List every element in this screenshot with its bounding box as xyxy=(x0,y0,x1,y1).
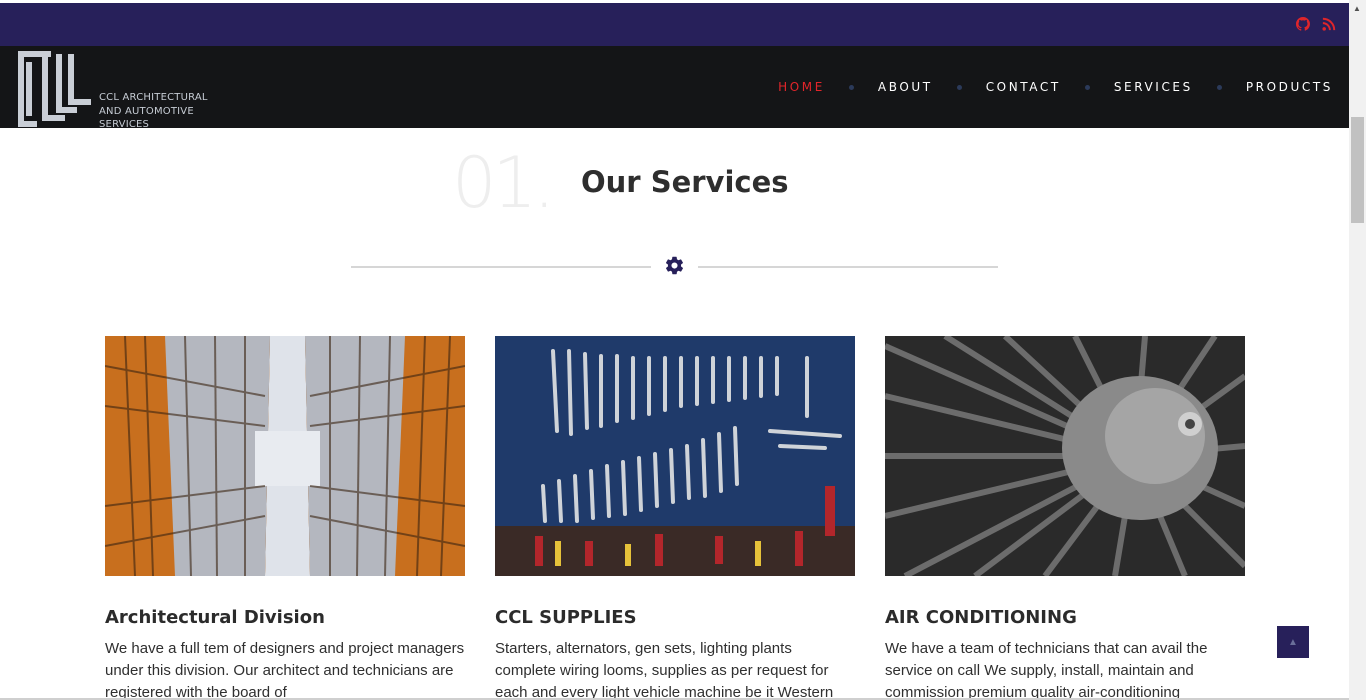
card-text: We have a full tem of designers and proj… xyxy=(105,640,465,700)
nav-separator-dot xyxy=(956,84,962,90)
github-icon[interactable] xyxy=(1296,17,1310,36)
scrollbar-thumb[interactable] xyxy=(1351,117,1364,223)
card-text: We have a team of technicians that can a… xyxy=(885,640,1208,700)
rss-icon[interactable] xyxy=(1322,17,1336,36)
jet-engine-turbine-photo[interactable] xyxy=(885,336,1245,576)
divider-right xyxy=(698,266,998,268)
top-bar xyxy=(0,3,1349,46)
nav-separator-dot xyxy=(1216,84,1222,90)
card-title: AIR CONDITIONING xyxy=(885,607,1077,628)
logo-line-1: CCL ARCHITECTURAL xyxy=(99,92,208,103)
logo-text: CCL ARCHITECTURAL AND AUTOMOTIVE SERVICE… xyxy=(99,91,208,132)
divider-left xyxy=(351,266,651,268)
gear-icon xyxy=(665,256,684,275)
chevron-up-icon: ▲ xyxy=(1288,636,1298,648)
service-card-air-conditioning: AIR CONDITIONING We have a team of techn… xyxy=(885,336,1245,700)
card-title: Architectural Division xyxy=(105,607,325,628)
card-title: CCL SUPPLIES xyxy=(495,607,637,628)
nav-separator-dot xyxy=(1084,84,1090,90)
site-logo[interactable]: CCL ARCHITECTURAL AND AUTOMOTIVE SERVICE… xyxy=(15,48,215,130)
logo-line-2: AND AUTOMOTIVE xyxy=(99,105,194,117)
nav-contact[interactable]: CONTACT xyxy=(986,80,1061,94)
scroll-up-arrow-icon[interactable]: ▲ xyxy=(1353,4,1361,13)
service-card-architectural: Architectural Division We have a full te… xyxy=(105,336,465,700)
nav-home[interactable]: HOME xyxy=(778,80,825,94)
nav-about[interactable]: ABOUT xyxy=(878,80,933,94)
service-card-supplies: CCL SUPPLIES Starters, alternators, gen … xyxy=(495,336,855,700)
nav-products[interactable]: PRODUCTS xyxy=(1246,80,1333,94)
architecture-buildings-photo[interactable] xyxy=(105,336,465,576)
page-scrollbar[interactable]: ▲ xyxy=(1349,0,1366,700)
card-text: Starters, alternators, gen sets, lightin… xyxy=(495,640,834,700)
section-title: Our Services xyxy=(581,165,789,199)
site-header: CCL ARCHITECTURAL AND AUTOMOTIVE SERVICE… xyxy=(0,46,1349,130)
logo-mark-icon xyxy=(15,48,95,128)
nav-separator-dot xyxy=(848,84,854,90)
main-nav: HOME ABOUT CONTACT SERVICES PRODUCTS xyxy=(778,78,1333,96)
logo-line-3: SERVICES xyxy=(99,119,150,130)
section-number: 01. xyxy=(452,142,555,224)
nav-services[interactable]: SERVICES xyxy=(1114,80,1193,94)
tools-wrenches-wall-photo[interactable] xyxy=(495,336,855,576)
back-to-top-button[interactable]: ▲ xyxy=(1277,626,1309,658)
